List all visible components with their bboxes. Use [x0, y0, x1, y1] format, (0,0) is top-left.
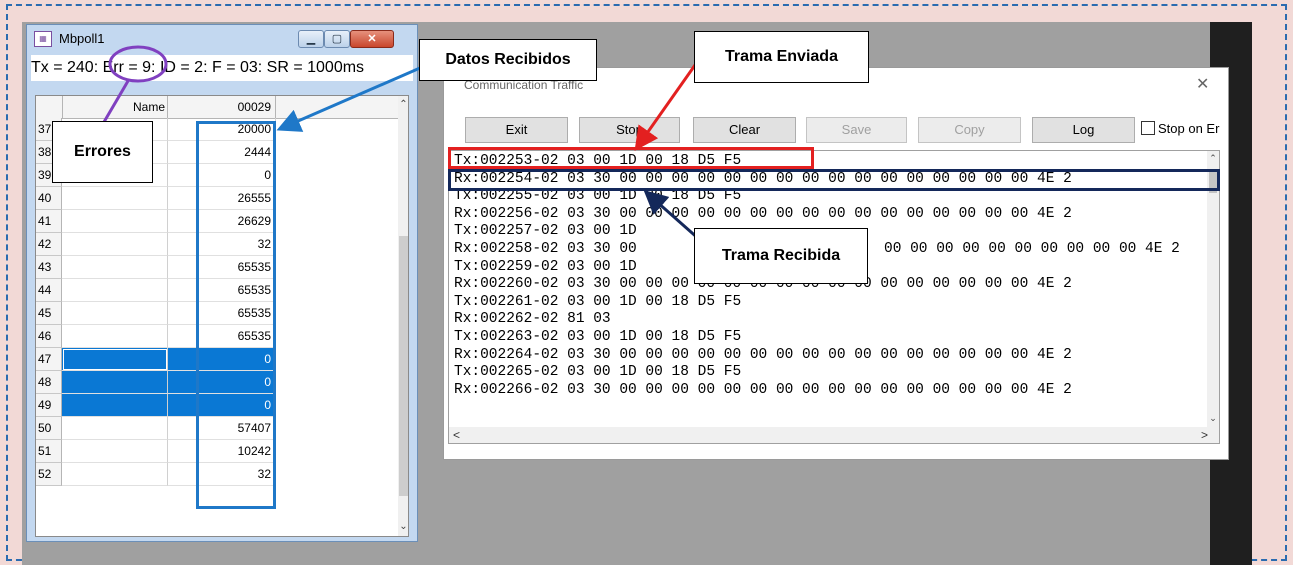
scroll-thumb[interactable]	[399, 236, 408, 496]
name-cell[interactable]	[62, 187, 168, 210]
name-cell[interactable]	[62, 394, 168, 417]
name-cell[interactable]	[62, 302, 168, 325]
maximize-icon: ▢	[331, 33, 343, 45]
row-number[interactable]: 46	[36, 325, 62, 348]
name-cell[interactable]	[62, 210, 168, 233]
row-number[interactable]: 42	[36, 233, 62, 256]
row-number[interactable]: 40	[36, 187, 62, 210]
row-number[interactable]: 43	[36, 256, 62, 279]
scroll-down-icon[interactable]: ⌄	[1207, 413, 1219, 425]
traffic-line: Rx:002258-02 03 30 00	[454, 241, 637, 257]
name-cell[interactable]	[62, 417, 168, 440]
name-column-header[interactable]: Name	[62, 96, 168, 118]
row-number[interactable]: 49	[36, 394, 62, 417]
exit-button[interactable]: Exit	[465, 117, 568, 143]
checkbox-icon[interactable]	[1141, 121, 1155, 135]
row-number[interactable]: 48	[36, 371, 62, 394]
grid-vertical-scrollbar[interactable]: ⌃ ⌄	[398, 96, 408, 536]
name-cell[interactable]	[62, 325, 168, 348]
traffic-line: Tx:002265-02 03 00 1D 00 18 D5 F5	[454, 364, 742, 381]
row-number[interactable]: 51	[36, 440, 62, 463]
name-cell[interactable]	[62, 279, 168, 302]
status-line: Tx = 240: Err = 9: ID = 2: F = 03: SR = …	[31, 55, 413, 81]
row-number[interactable]: 50	[36, 417, 62, 440]
traffic-line: Rx:002264-02 03 30 00 00 00 00 00 00 00 …	[454, 346, 1072, 363]
save-button[interactable]: Save	[806, 117, 907, 143]
trama-recibida-callout: Trama Recibida	[694, 228, 868, 284]
traffic-line: Tx:002259-02 03 00 1D	[454, 258, 637, 275]
scroll-down-icon[interactable]: ⌄	[398, 520, 408, 534]
errores-callout: Errores	[52, 121, 153, 183]
scroll-up-icon[interactable]: ⌃	[1207, 153, 1219, 165]
row-number[interactable]: 47	[36, 348, 62, 371]
close-icon: ✕	[367, 33, 377, 45]
sent-frame-highlight	[448, 147, 814, 169]
traffic-line: Tx:002263-02 03 00 1D 00 18 D5 F5	[454, 329, 742, 345]
traffic-line-tail: 00 00 00 00 00 00 00 00 00 00 4E 2	[884, 241, 1180, 257]
log-button[interactable]: Log	[1032, 117, 1135, 143]
traffic-close-icon[interactable]: ✕	[1196, 74, 1209, 94]
clear-button[interactable]: Clear	[693, 117, 796, 143]
name-cell[interactable]	[62, 440, 168, 463]
traffic-log[interactable]: Tx:002253-02 03 00 1D 00 18 D5 F5 Rx:0022…	[448, 150, 1220, 444]
name-cell[interactable]	[62, 371, 168, 394]
mbpoll-title: Mbpoll1	[59, 31, 105, 46]
name-cell[interactable]	[62, 348, 168, 371]
row-number[interactable]: 45	[36, 302, 62, 325]
row-number[interactable]: 52	[36, 463, 62, 486]
row-number[interactable]: 41	[36, 210, 62, 233]
app-icon[interactable]: ▦	[34, 31, 52, 47]
minimize-icon: ▁	[306, 33, 316, 45]
received-frame-highlight	[448, 169, 1220, 191]
name-cell[interactable]	[62, 463, 168, 486]
datos-recibidos-callout: Datos Recibidos	[419, 39, 597, 81]
scroll-up-icon[interactable]: ⌃	[398, 98, 408, 112]
traffic-line: Rx:002256-02 03 30 00 00 00 00 00 00 00 …	[454, 205, 1072, 222]
mbpoll-titlebar[interactable]: ▦ Mbpoll1 ▁ ▢ ✕	[27, 25, 417, 55]
trama-enviada-callout: Trama Enviada	[694, 31, 869, 83]
traffic-line: Tx:002257-02 03 00 1D	[454, 223, 637, 240]
close-button[interactable]: ✕	[350, 30, 394, 48]
stop-on-error-label: Stop on Er	[1158, 121, 1220, 136]
traffic-line: Tx:002261-02 03 00 1D 00 18 D5 F5	[454, 293, 742, 310]
traffic-line: Rx:002266-02 03 30 00 00 00 00 00 00 00 …	[454, 381, 1072, 398]
scroll-left-icon[interactable]: <	[453, 427, 460, 443]
name-cell[interactable]	[62, 256, 168, 279]
stop-on-error-checkbox[interactable]: Stop on Er	[1141, 121, 1219, 136]
copy-button[interactable]: Copy	[918, 117, 1021, 143]
name-cell[interactable]	[62, 233, 168, 256]
scroll-right-icon[interactable]: >	[1201, 427, 1208, 443]
maximize-button[interactable]: ▢	[324, 30, 350, 48]
value-column-header[interactable]: 00029	[168, 96, 276, 118]
row-number[interactable]: 44	[36, 279, 62, 302]
traffic-horizontal-scrollbar[interactable]: < >	[449, 427, 1219, 443]
corner-cell[interactable]	[36, 96, 63, 118]
grid-header: Name 00029	[36, 96, 398, 119]
stop-button[interactable]: Stop	[579, 117, 680, 143]
received-data-highlight	[196, 121, 276, 509]
traffic-vertical-scrollbar[interactable]: ⌃ ⌄	[1207, 151, 1219, 427]
minimize-button[interactable]: ▁	[298, 30, 324, 48]
traffic-line: Rx:002262-02 81 03	[454, 311, 611, 328]
